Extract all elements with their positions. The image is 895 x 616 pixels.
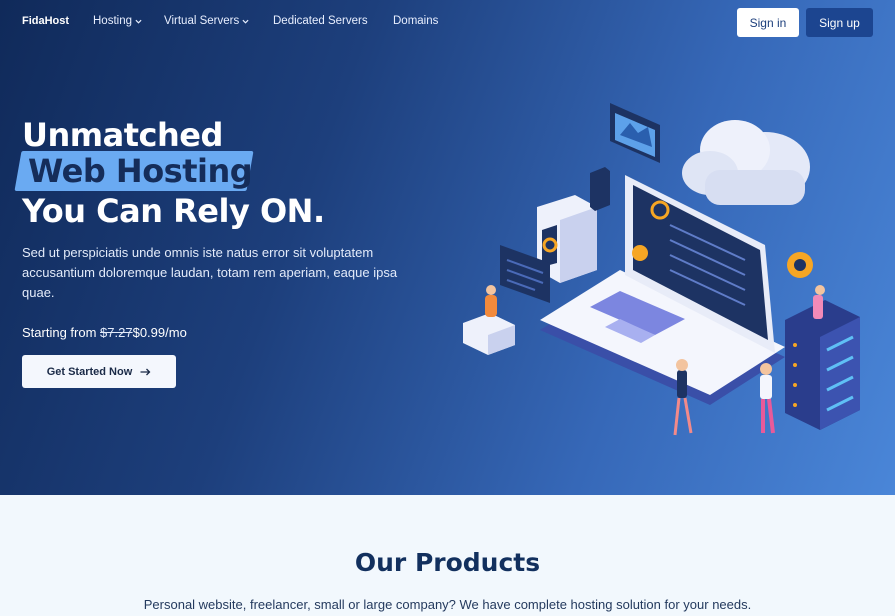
chevron-down-icon: [135, 19, 142, 24]
nav-domains[interactable]: Domains: [393, 15, 438, 27]
products-subtitle: Personal website, freelancer, small or l…: [143, 597, 752, 612]
nav-hosting[interactable]: Hosting: [93, 15, 142, 27]
person-sitting-icon: [463, 285, 515, 355]
price-old: $7.27: [100, 325, 133, 340]
nav-virtual-servers[interactable]: Virtual Servers: [164, 15, 249, 27]
chart-panel-icon: [610, 103, 660, 163]
hero-description: Sed ut perspiciatis unde omnis iste natu…: [22, 245, 398, 300]
get-started-label: Get Started Now: [46, 365, 133, 378]
brand-logo[interactable]: FidaHost: [22, 15, 69, 27]
gear-icon: [787, 252, 813, 278]
nav-domains-label: Domains: [393, 15, 439, 27]
hero-title-line-2: Web Hosting: [28, 152, 253, 190]
chevron-down-icon: [242, 19, 249, 24]
arrow-right-icon: [140, 368, 151, 375]
hero-section: FidaHost Hosting Virtual Servers Dedicat…: [0, 0, 895, 495]
nav-dedicated-servers[interactable]: Dedicated Servers: [273, 15, 368, 27]
hero-title-highlight: Web Hosting: [14, 151, 254, 191]
person-standing-icon: [760, 363, 775, 434]
price-prefix: Starting from: [22, 325, 97, 340]
hero-title-line-1: Unmatched: [22, 116, 223, 154]
cloud-icon: [682, 120, 810, 205]
sign-in-button[interactable]: Sign in: [737, 8, 799, 37]
nav-dedicated-servers-label: Dedicated Servers: [273, 15, 368, 27]
hosting-illustration: [463, 103, 860, 436]
products-title: Our Products: [354, 548, 541, 577]
sign-up-button[interactable]: Sign up: [806, 8, 873, 37]
nav-hosting-label: Hosting: [93, 15, 132, 27]
hero-price: Starting from $7.27$0.99/mo: [22, 325, 187, 340]
price-new: $0.99/mo: [132, 325, 187, 340]
nav-virtual-servers-label: Virtual Servers: [164, 15, 240, 27]
top-navbar: FidaHost Hosting Virtual Servers Dedicat…: [0, 0, 895, 44]
server-rack-icon: [785, 285, 860, 430]
get-started-button[interactable]: Get Started Now: [22, 355, 176, 388]
hero-title-line-3: You Can Rely ON.: [22, 192, 325, 230]
